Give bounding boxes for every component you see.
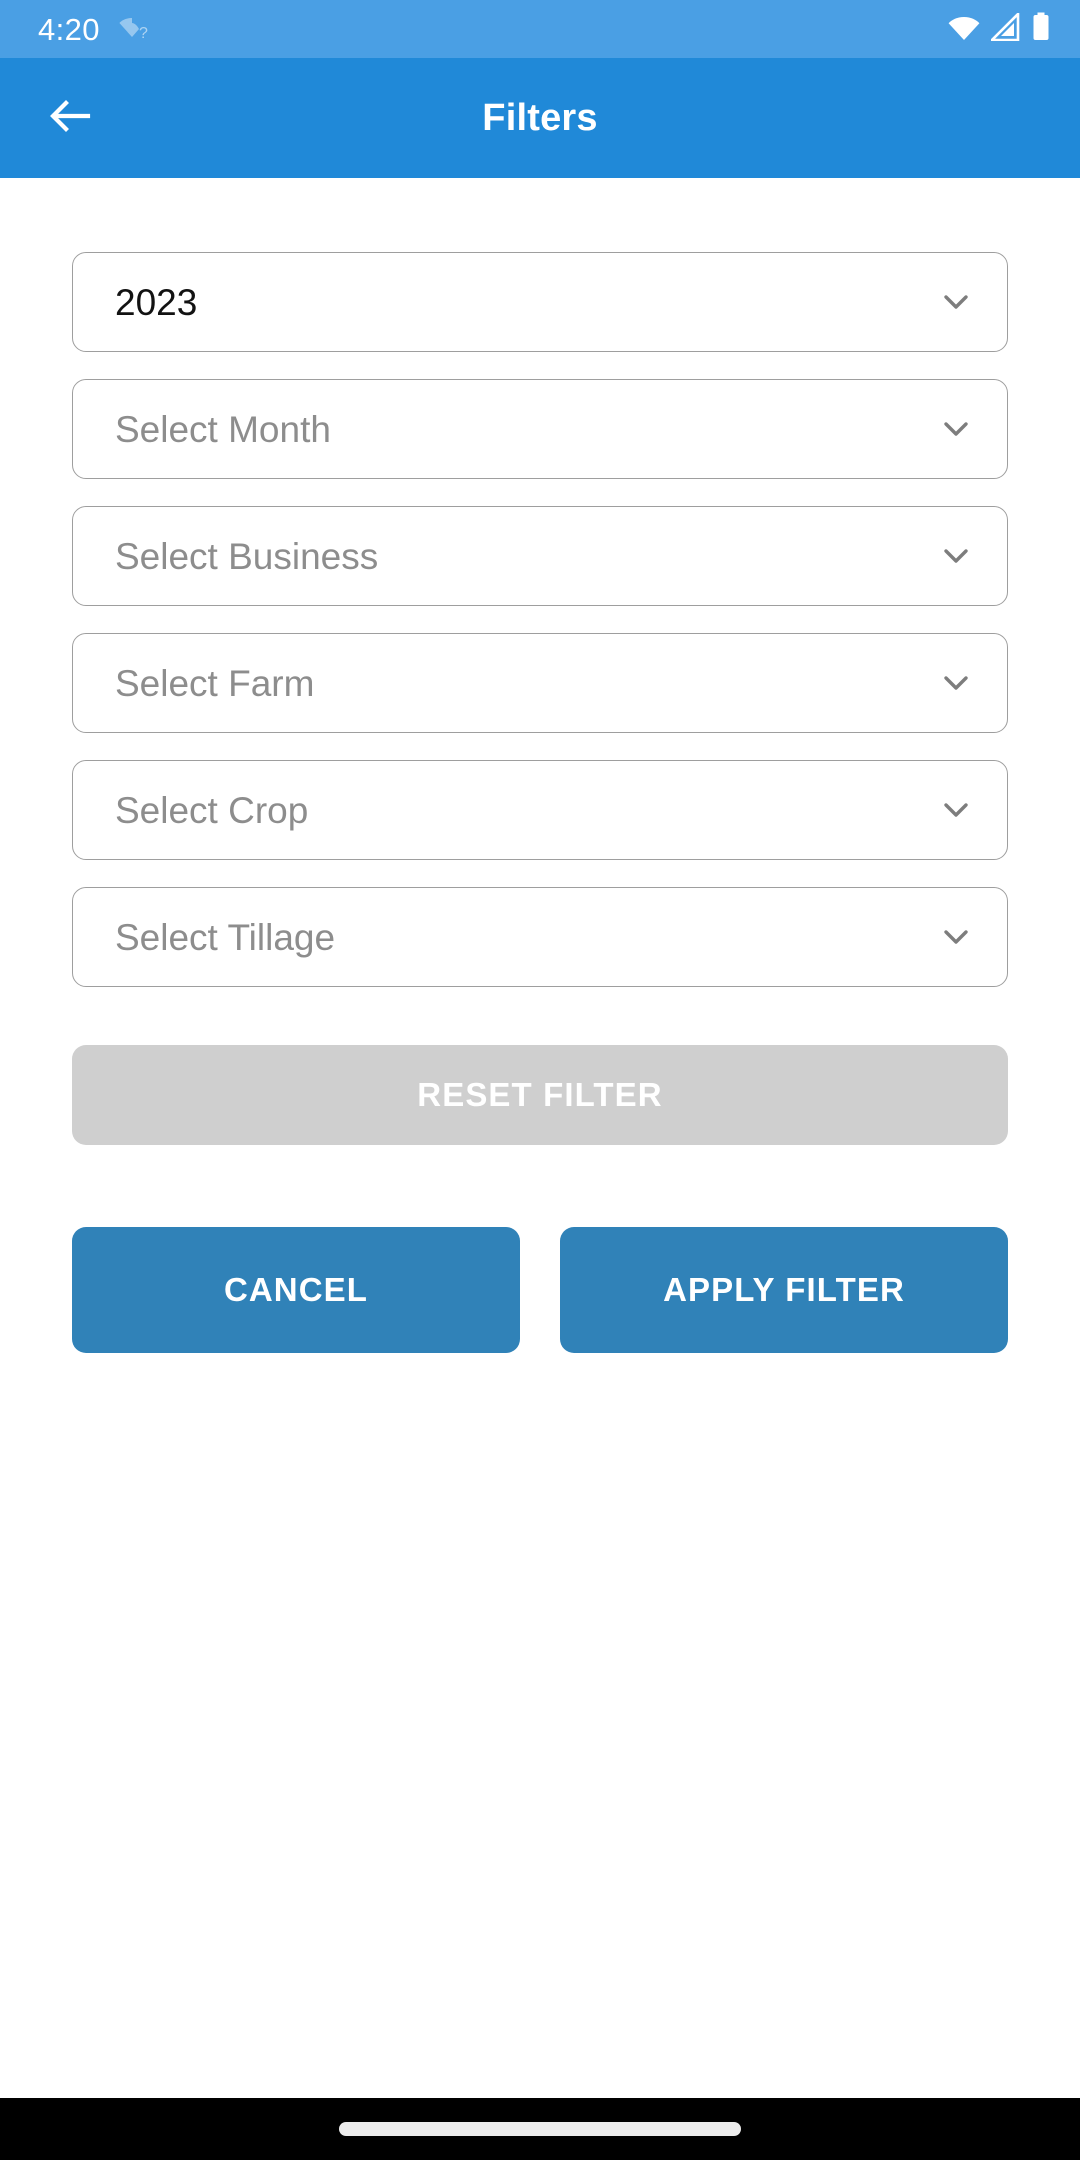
home-gesture-pill[interactable] (339, 2122, 741, 2136)
chevron-down-icon (937, 664, 975, 702)
arrow-left-icon (44, 90, 96, 147)
dropdown-farm-value: Select Farm (115, 662, 315, 704)
cancel-button[interactable]: CANCEL (72, 1227, 520, 1353)
dropdown-business[interactable]: Select Business (72, 506, 1008, 606)
app-bar: Filters (0, 58, 1080, 178)
chevron-down-icon (937, 918, 975, 956)
chevron-down-icon (937, 410, 975, 448)
back-button[interactable] (34, 82, 106, 154)
cell-signal-icon (988, 10, 1021, 46)
status-time: 4:20 (38, 11, 100, 47)
svg-text:?: ? (139, 25, 148, 42)
dropdown-month-value: Select Month (115, 408, 331, 450)
dropdown-tillage-value: Select Tillage (115, 916, 336, 958)
system-navigation-bar (0, 2098, 1080, 2160)
page-title: Filters (482, 96, 598, 139)
wifi-question-icon: ? (118, 12, 148, 47)
status-bar-left: 4:20 ? (38, 12, 148, 47)
wifi-icon (948, 13, 980, 46)
phone-screen: 4:20 ? Filters 2023 Select Month Select … (0, 0, 1080, 2160)
status-bar-right (948, 10, 1050, 47)
dropdown-month[interactable]: Select Month (72, 379, 1008, 479)
reset-filter-button[interactable]: RESET FILTER (72, 1045, 1008, 1145)
apply-filter-button[interactable]: APPLY FILTER (560, 1227, 1008, 1353)
dropdown-year[interactable]: 2023 (72, 252, 1008, 352)
dropdown-crop[interactable]: Select Crop (72, 760, 1008, 860)
battery-icon (1032, 12, 1050, 47)
dropdown-year-value: 2023 (115, 281, 198, 323)
chevron-down-icon (937, 537, 975, 575)
dropdown-crop-value: Select Crop (115, 789, 309, 831)
chevron-down-icon (937, 791, 975, 829)
dropdown-farm[interactable]: Select Farm (72, 633, 1008, 733)
chevron-down-icon (937, 283, 975, 321)
status-bar: 4:20 ? (0, 0, 1080, 58)
dropdown-tillage[interactable]: Select Tillage (72, 887, 1008, 987)
dropdown-business-value: Select Business (115, 535, 379, 577)
